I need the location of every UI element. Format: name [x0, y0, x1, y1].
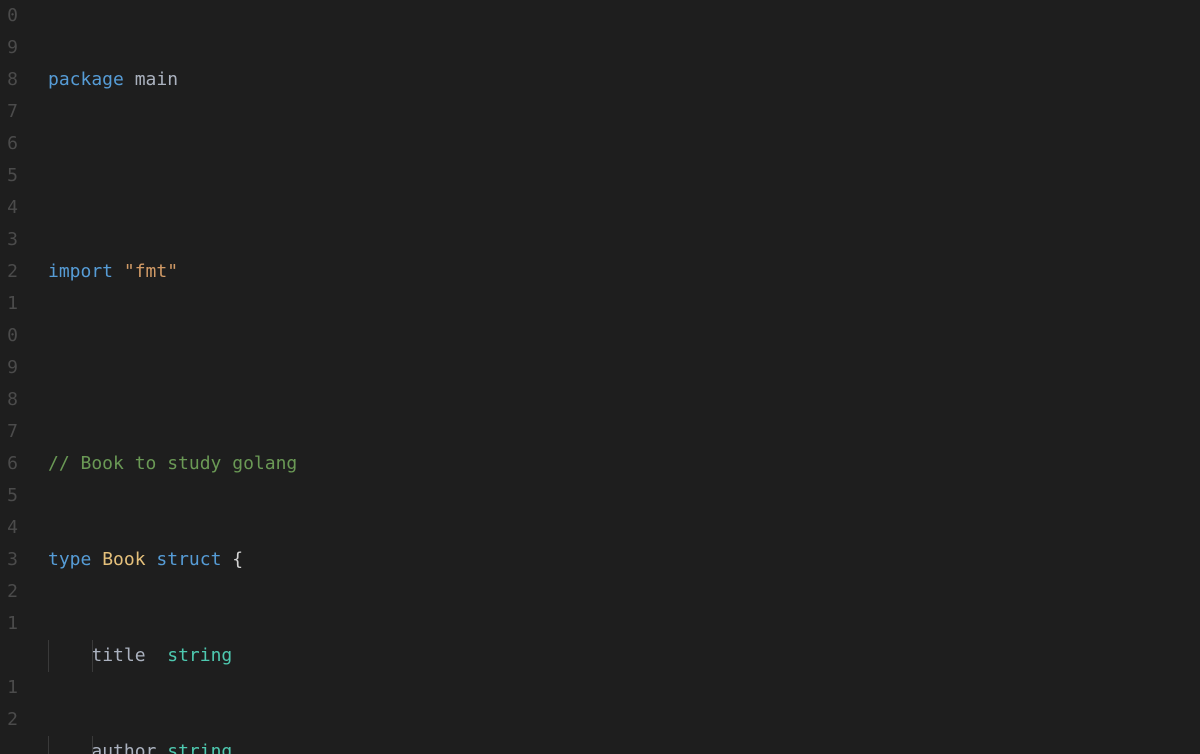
line-number: 9	[0, 352, 20, 384]
line-number: 0	[0, 320, 20, 352]
code-area[interactable]: package main import "fmt" // Book to stu…	[20, 0, 1200, 754]
code-line[interactable]: import "fmt"	[48, 256, 1200, 288]
type-string: string	[167, 741, 232, 754]
line-number: 1	[0, 608, 20, 640]
code-line[interactable]: type Book struct {	[48, 544, 1200, 576]
keyword-struct: struct	[156, 549, 221, 570]
line-number: 7	[0, 416, 20, 448]
identifier-main: main	[135, 69, 178, 90]
line-number: 2	[0, 576, 20, 608]
line-number: 6	[0, 448, 20, 480]
line-number: 1	[0, 672, 20, 704]
line-number-gutter: 0 9 8 7 6 5 4 3 2 1 0 9 8 7 6 5 4 3 2 1 …	[0, 0, 20, 754]
line-number: 6	[0, 128, 20, 160]
keyword-import: import	[48, 261, 113, 282]
line-number: 8	[0, 64, 20, 96]
indent-guide	[92, 640, 93, 672]
line-number: 2	[0, 256, 20, 288]
line-number: 5	[0, 160, 20, 192]
comment: // Book to study golang	[48, 453, 297, 474]
line-number: 8	[0, 384, 20, 416]
code-line[interactable]	[48, 352, 1200, 384]
line-number: 2	[0, 704, 20, 736]
line-number: 3	[0, 544, 20, 576]
code-line[interactable]: // Book to study golang	[48, 448, 1200, 480]
line-number: 9	[0, 32, 20, 64]
line-number: 7	[0, 96, 20, 128]
line-number	[0, 640, 20, 672]
line-number: 0	[0, 0, 20, 32]
type-string: string	[167, 645, 232, 666]
indent-guide	[48, 736, 49, 754]
type-name-book: Book	[102, 549, 145, 570]
field-title: title	[91, 645, 145, 666]
line-number: 1	[0, 288, 20, 320]
indent-guide	[92, 736, 93, 754]
line-number: 4	[0, 512, 20, 544]
keyword-package: package	[48, 69, 124, 90]
line-number: 5	[0, 480, 20, 512]
code-line[interactable]: title string	[48, 640, 1200, 672]
line-number: 4	[0, 192, 20, 224]
code-line[interactable]	[48, 160, 1200, 192]
code-line[interactable]: author string	[48, 736, 1200, 754]
indent-guide	[48, 640, 49, 672]
keyword-type: type	[48, 549, 91, 570]
field-author: author	[91, 741, 156, 754]
line-number: 3	[0, 224, 20, 256]
code-editor[interactable]: 0 9 8 7 6 5 4 3 2 1 0 9 8 7 6 5 4 3 2 1 …	[0, 0, 1200, 754]
brace-open: {	[232, 549, 243, 570]
code-line[interactable]: package main	[48, 64, 1200, 96]
string-literal: "fmt"	[124, 261, 178, 282]
